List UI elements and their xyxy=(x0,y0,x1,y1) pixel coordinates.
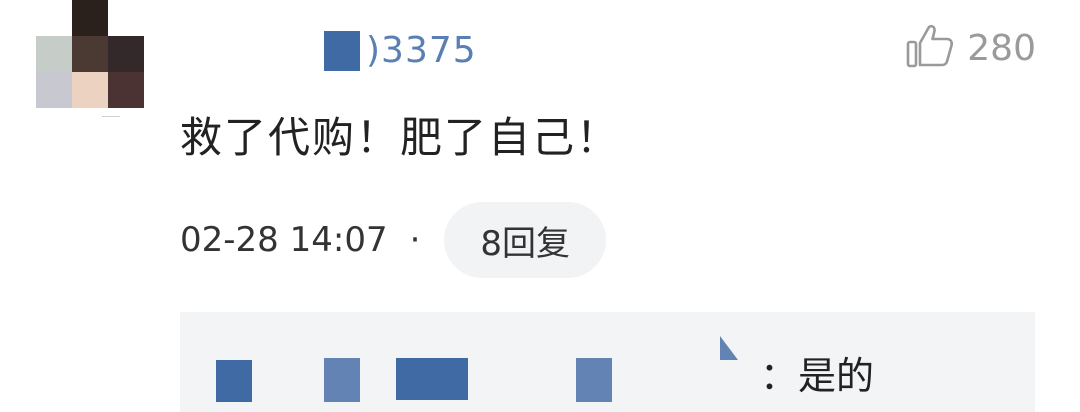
like-count: 280 xyxy=(967,27,1036,69)
reply-redaction xyxy=(396,358,468,400)
reply-preview-text: ：是的 xyxy=(760,354,875,398)
comment-content: 救了代购！肥了自己！ xyxy=(180,113,621,162)
username-redaction xyxy=(324,31,360,71)
avatar-divider xyxy=(102,116,120,117)
thumbs-up-icon xyxy=(905,21,955,75)
username-text: )3375 xyxy=(366,30,477,71)
like-button[interactable]: 280 xyxy=(905,22,1036,74)
reply-redaction xyxy=(216,360,252,402)
reply-count-button[interactable]: 8回复 xyxy=(444,202,607,278)
reply-redaction xyxy=(576,358,612,402)
comment-meta: 02-28 14:07 · 8回复 xyxy=(180,202,607,278)
comment-timestamp: 02-28 14:07 xyxy=(180,220,388,260)
reply-redaction xyxy=(324,358,360,402)
meta-separator: · xyxy=(409,220,421,260)
avatar[interactable] xyxy=(36,0,144,108)
username[interactable]: )3375 xyxy=(324,30,477,72)
